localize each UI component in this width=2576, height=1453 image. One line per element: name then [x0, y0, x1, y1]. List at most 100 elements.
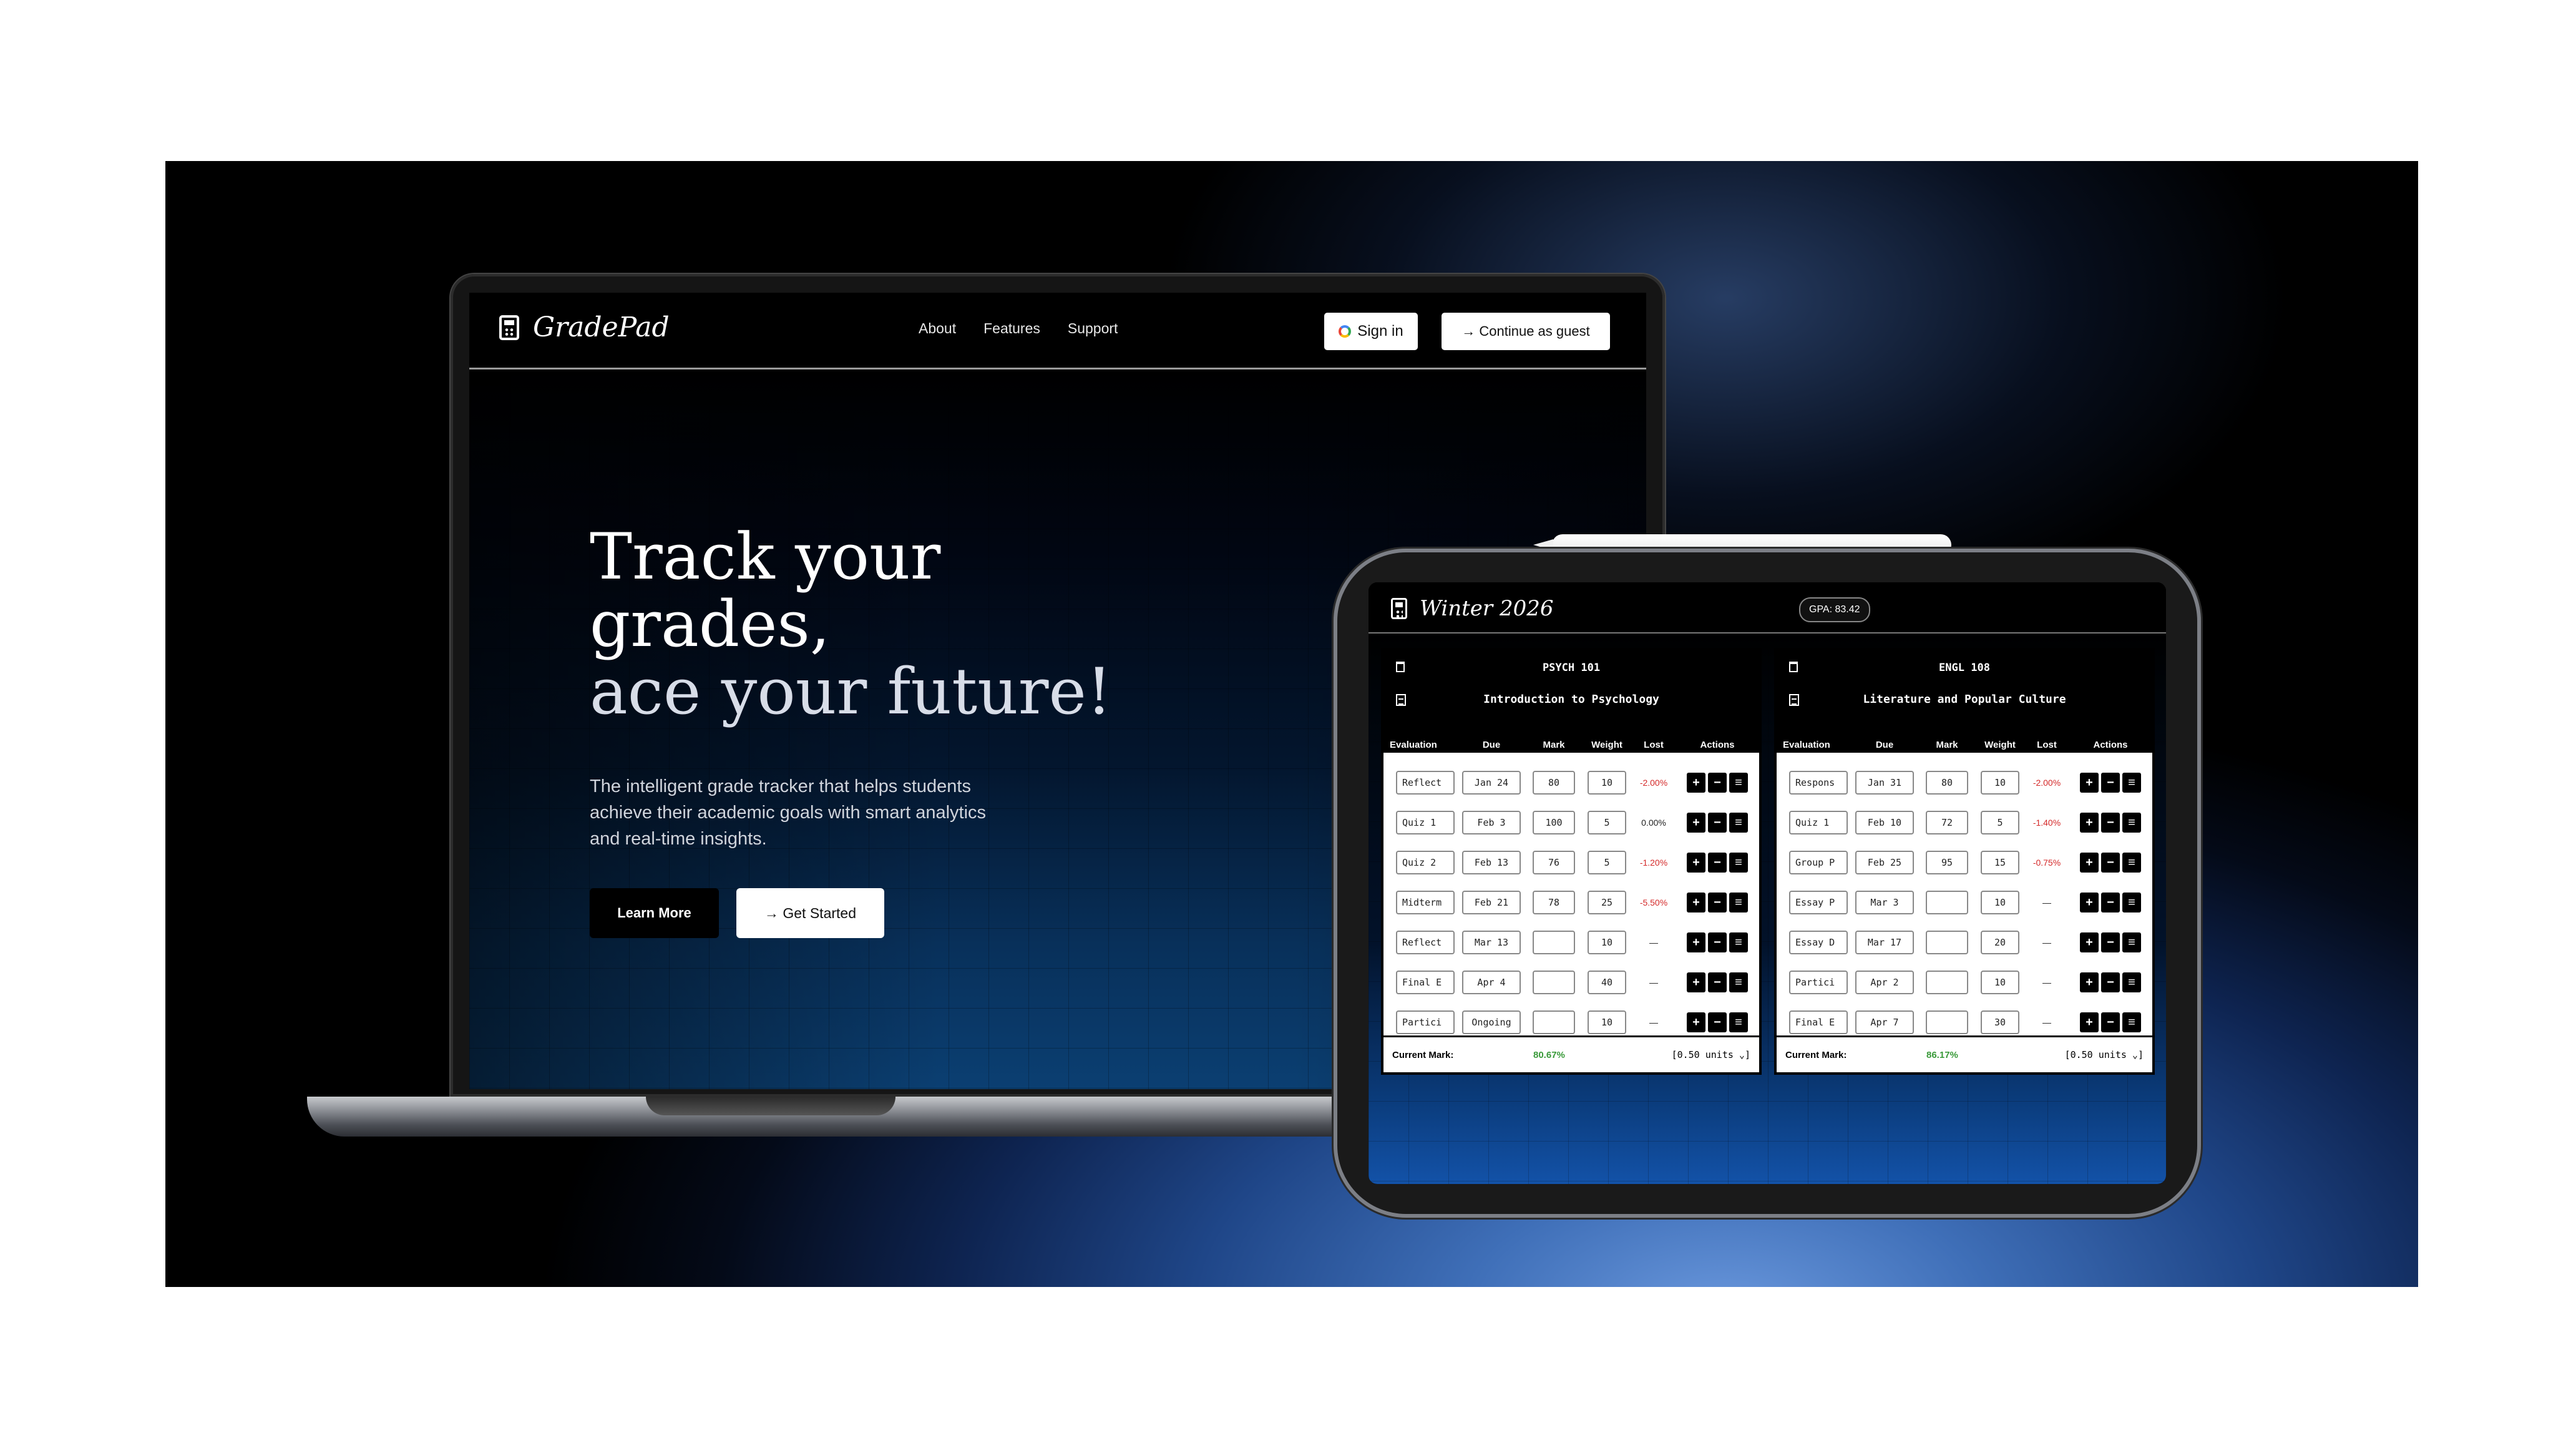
learn-more-button[interactable]: Learn More — [590, 888, 719, 938]
weight-input[interactable]: 10 — [1981, 771, 2019, 795]
units-selector[interactable]: [0.50 units ⌄] — [2065, 1049, 2144, 1060]
due-date-input[interactable]: Feb 3 — [1462, 811, 1521, 834]
remove-button[interactable]: − — [1708, 1012, 1727, 1032]
due-date-input[interactable]: Feb 21 — [1462, 891, 1521, 914]
weight-input[interactable]: 10 — [1588, 1010, 1626, 1034]
add-button[interactable]: + — [1687, 893, 1705, 912]
drag-handle[interactable]: ≡ — [2122, 932, 2141, 952]
add-button[interactable]: + — [1687, 1012, 1705, 1032]
drag-handle[interactable]: ≡ — [1729, 932, 1748, 952]
due-date-input[interactable]: Feb 13 — [1462, 851, 1521, 874]
due-date-input[interactable]: Mar 17 — [1855, 931, 1914, 954]
evaluation-input[interactable]: Reflect — [1396, 771, 1455, 795]
remove-button[interactable]: − — [2101, 893, 2120, 912]
drag-handle[interactable]: ≡ — [1729, 1012, 1748, 1032]
remove-button[interactable]: − — [2101, 1012, 2120, 1032]
add-button[interactable]: + — [2080, 773, 2099, 793]
evaluation-input[interactable]: Quiz 1 — [1789, 811, 1848, 834]
evaluation-input[interactable]: Midterm — [1396, 891, 1455, 914]
evaluation-input[interactable]: Partici — [1789, 971, 1848, 994]
continue-as-guest-button[interactable]: → Continue as guest — [1442, 313, 1610, 350]
mark-input[interactable] — [1926, 971, 1968, 994]
remove-button[interactable]: − — [2101, 972, 2120, 992]
sign-in-button[interactable]: Sign in — [1324, 313, 1418, 350]
remove-button[interactable]: − — [1708, 813, 1727, 833]
due-date-input[interactable]: Feb 10 — [1855, 811, 1914, 834]
drag-handle[interactable]: ≡ — [2122, 893, 2141, 912]
weight-input[interactable]: 5 — [1588, 811, 1626, 834]
drag-handle[interactable]: ≡ — [2122, 813, 2141, 833]
weight-input[interactable]: 10 — [1588, 931, 1626, 954]
evaluation-input[interactable]: Quiz 1 — [1396, 811, 1455, 834]
weight-input[interactable]: 20 — [1981, 931, 2019, 954]
add-button[interactable]: + — [2080, 893, 2099, 912]
add-button[interactable]: + — [1687, 972, 1705, 992]
weight-input[interactable]: 40 — [1588, 971, 1626, 994]
remove-button[interactable]: − — [1708, 853, 1727, 873]
add-button[interactable]: + — [1687, 932, 1705, 952]
weight-input[interactable]: 15 — [1981, 851, 2019, 874]
logo[interactable]: GradePad — [499, 311, 670, 343]
due-date-input[interactable]: Mar 3 — [1855, 891, 1914, 914]
mark-input[interactable] — [1926, 891, 1968, 914]
add-button[interactable]: + — [2080, 932, 2099, 952]
due-date-input[interactable]: Apr 4 — [1462, 971, 1521, 994]
evaluation-input[interactable]: Respons — [1789, 771, 1848, 795]
weight-input[interactable]: 25 — [1588, 891, 1626, 914]
drag-handle[interactable]: ≡ — [1729, 813, 1748, 833]
due-date-input[interactable]: Ongoing — [1462, 1010, 1521, 1034]
mark-input[interactable] — [1926, 931, 1968, 954]
mark-input[interactable]: 100 — [1533, 811, 1575, 834]
nav-about[interactable]: About — [919, 320, 956, 337]
evaluation-input[interactable]: Group P — [1789, 851, 1848, 874]
evaluation-input[interactable]: Partici — [1396, 1010, 1455, 1034]
get-started-button[interactable]: → Get Started — [736, 888, 884, 938]
due-date-input[interactable]: Apr 2 — [1855, 971, 1914, 994]
remove-button[interactable]: − — [1708, 932, 1727, 952]
due-date-input[interactable]: Feb 25 — [1855, 851, 1914, 874]
add-button[interactable]: + — [1687, 813, 1705, 833]
remove-button[interactable]: − — [2101, 773, 2120, 793]
drag-handle[interactable]: ≡ — [2122, 853, 2141, 873]
mark-input[interactable]: 76 — [1533, 851, 1575, 874]
remove-button[interactable]: − — [1708, 893, 1727, 912]
mark-input[interactable] — [1533, 1010, 1575, 1034]
add-button[interactable]: + — [2080, 972, 2099, 992]
evaluation-input[interactable]: Reflect — [1396, 931, 1455, 954]
weight-input[interactable]: 5 — [1588, 851, 1626, 874]
evaluation-input[interactable]: Essay D — [1789, 931, 1848, 954]
evaluation-input[interactable]: Quiz 2 — [1396, 851, 1455, 874]
remove-button[interactable]: − — [1708, 773, 1727, 793]
remove-button[interactable]: − — [2101, 932, 2120, 952]
due-date-input[interactable]: Jan 24 — [1462, 771, 1521, 795]
mark-input[interactable] — [1926, 1010, 1968, 1034]
due-date-input[interactable]: Apr 7 — [1855, 1010, 1914, 1034]
add-button[interactable]: + — [1687, 853, 1705, 873]
weight-input[interactable]: 10 — [1588, 771, 1626, 795]
drag-handle[interactable]: ≡ — [1729, 773, 1748, 793]
units-selector[interactable]: [0.50 units ⌄] — [1672, 1049, 1750, 1060]
mark-input[interactable]: 80 — [1926, 771, 1968, 795]
evaluation-input[interactable]: Final E — [1396, 971, 1455, 994]
remove-button[interactable]: − — [2101, 813, 2120, 833]
nav-features[interactable]: Features — [983, 320, 1040, 337]
weight-input[interactable]: 30 — [1981, 1010, 2019, 1034]
drag-handle[interactable]: ≡ — [1729, 972, 1748, 992]
evaluation-input[interactable]: Final E — [1789, 1010, 1848, 1034]
remove-button[interactable]: − — [2101, 853, 2120, 873]
drag-handle[interactable]: ≡ — [2122, 1012, 2141, 1032]
weight-input[interactable]: 10 — [1981, 971, 2019, 994]
drag-handle[interactable]: ≡ — [2122, 773, 2141, 793]
drag-handle[interactable]: ≡ — [1729, 893, 1748, 912]
mark-input[interactable]: 72 — [1926, 811, 1968, 834]
due-date-input[interactable]: Jan 31 — [1855, 771, 1914, 795]
mark-input[interactable] — [1533, 931, 1575, 954]
evaluation-input[interactable]: Essay P — [1789, 891, 1848, 914]
weight-input[interactable]: 10 — [1981, 891, 2019, 914]
mark-input[interactable]: 95 — [1926, 851, 1968, 874]
drag-handle[interactable]: ≡ — [1729, 853, 1748, 873]
mark-input[interactable] — [1533, 971, 1575, 994]
due-date-input[interactable]: Mar 13 — [1462, 931, 1521, 954]
mark-input[interactable]: 80 — [1533, 771, 1575, 795]
add-button[interactable]: + — [2080, 1012, 2099, 1032]
